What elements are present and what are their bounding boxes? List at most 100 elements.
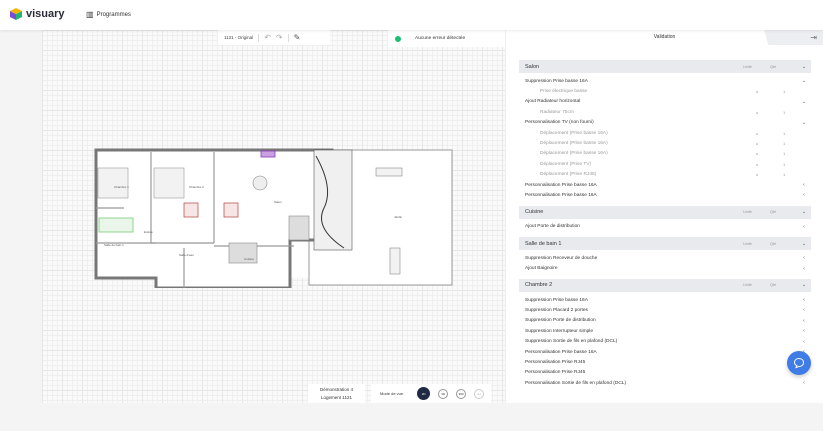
app-header: visuary ▥ Programmes [0,0,823,30]
item-label: Suppression Prise basse 16A [525,78,588,84]
sub-item: Déplacement (Prise basse 16A) u 1 [519,149,811,159]
view-mode-label: Mode de vue [380,391,404,396]
chevron-down-icon[interactable]: ⌄ [797,99,811,105]
sub-item-label: Déplacement (Prise basse 16A) [540,151,608,157]
logo[interactable]: visuary [10,8,65,20]
list-item[interactable]: Personnalisation Prise basse 16A‹ [519,180,811,190]
list-item[interactable]: Ajout Baignoire ‹ [519,263,811,273]
sub-item-unit: u [756,130,759,136]
room-cuisine: Cuisine [244,257,254,261]
chevron-left-icon[interactable]: ‹ [797,328,811,334]
collapse-panel-icon[interactable]: ⇥ [764,30,823,45]
list-item[interactable]: Personnalisation Prise basse 16A ‹ [519,190,811,200]
chevron-down-icon[interactable]: ⌄ [797,120,811,126]
sub-item-qty: 1 [783,141,786,147]
project-info: Démonstration 4 Logement 1121 [308,384,365,403]
view-3d-button[interactable]: 3D [438,388,449,399]
item-label: Suppression Interrupteur simple [525,328,593,334]
sub-item: Déplacement (Prise TV) u 1 [519,159,811,169]
list-item[interactable]: Personnalisation Prise RJ45‹ [519,357,811,367]
sub-item: Déplacement (Prise basse 16A) u 1 [519,128,811,138]
list-item[interactable]: Personnalisation Prise basse 16A‹ [519,347,811,357]
sub-item-label: Déplacement (Prise RJ45) [540,172,597,178]
section-title: Salon [525,63,540,70]
room-chambre-1: Chambre 1 [114,185,129,189]
sub-item-qty: 1 [783,109,786,115]
floor-plan[interactable]: Chambre 1 Chambre 2 Salon Jardin Entrée … [94,148,456,288]
item-label: Ajout Radiateur horizontal [525,99,581,105]
section-title: Chambre 2 [525,282,553,289]
chevron-left-icon[interactable]: ‹ [797,192,811,198]
sub-item-label: Déplacement (Prise basse 16A) [540,130,608,136]
room-jardin: Jardin [394,215,403,219]
project-name: Démonstration 4 [319,387,354,392]
item-label: Suppression Prise basse 16A [525,297,588,303]
redo-icon[interactable]: ↷ [276,33,283,42]
item-label: Personnalisation Prise basse 16A [525,192,597,198]
chevron-down-icon[interactable]: ⌄ [797,241,811,247]
undo-icon[interactable]: ↶ [264,33,271,42]
list-item[interactable]: Suppression Placard 2 portes ‹ [519,305,811,315]
sub-item-label: Déplacement (Prise TV) [540,161,592,167]
col-qty: Qté [770,283,777,288]
view-mode-bar: Mode de vue 2D 3D 360 iso [371,384,491,403]
ruler-icon[interactable]: ✎ [294,33,301,42]
col-unit: Unité [743,241,752,246]
sub-item: Prise électrique basse u 1 [519,86,811,96]
item-label: Suppression Sortie de fils en plafond (D… [525,339,618,345]
sub-item-unit: u [756,172,759,178]
col-unit: Unité [743,64,752,69]
chevron-down-icon[interactable]: ⌄ [797,78,811,84]
view-iso-button[interactable]: iso [474,388,485,399]
version-select[interactable]: 1121 - Original [224,35,253,40]
status-message: Aucune erreur détectée [415,36,466,41]
tab-validation[interactable]: Validation ⇥ [506,30,823,45]
list-item[interactable]: Personnalisation Prise RJ45‹ [519,368,811,378]
section-header[interactable]: Salle de bain 1 Unité Qté ⌄ [519,237,811,251]
sub-item-qty: 1 [783,172,786,178]
list-item[interactable]: Suppression Receveur de douche ‹ [519,253,811,263]
brand-name: visuary [26,8,65,20]
chevron-left-icon[interactable]: ‹ [797,307,811,313]
col-qty: Qté [770,64,777,69]
chevron-left-icon[interactable]: ‹ [797,266,811,272]
item-label: Personnalisation Prise RJ45 [525,370,586,376]
chevron-left-icon[interactable]: ‹ [797,339,811,345]
chevron-down-icon[interactable]: ⌄ [797,282,811,288]
room-salon: Salon [274,200,282,204]
list-item[interactable]: Suppression Porte de distribution ‹ [519,316,811,326]
chat-button[interactable] [787,351,811,375]
divider [287,33,289,42]
view-360-button[interactable]: 360 [456,388,467,399]
chevron-left-icon[interactable]: ‹ [797,318,811,324]
chevron-down-icon[interactable]: ⌄ [797,64,811,70]
room-salle-eau: Salle d'eau [179,253,194,257]
section-header[interactable]: Cuisine Unité Qté ⌄ [519,205,811,219]
divider [258,33,260,42]
item-label: Suppression Receveur de douche [525,255,598,261]
section-header[interactable]: Salon Unité Qté ⌄ [519,60,811,73]
list-item[interactable]: Suppression Sortie de fils en plafond (D… [519,336,811,346]
list-item[interactable]: Ajout Radiateur horizontal ⌄ [519,97,811,107]
chevron-left-icon[interactable]: ‹ [797,255,811,261]
view-2d-button[interactable]: 2D [417,387,431,400]
list-item[interactable]: Personnalisation Sortie de fils en plafo… [519,378,811,388]
list-item[interactable]: Suppression Interrupteur simple ‹ [519,326,811,336]
chevron-left-icon[interactable]: ‹ [797,224,811,230]
chevron-left-icon[interactable]: ‹ [797,297,811,303]
list-item[interactable]: Suppression Prise basse 16A ‹ [519,295,811,305]
sub-item-unit: u [756,109,759,115]
section-title: Cuisine [525,209,544,216]
list-item[interactable]: Personnalisation TV (non fourni) ⌄ [519,118,811,128]
status-dot-icon [395,35,401,42]
nav-programmes[interactable]: ▥ Programmes [86,10,131,19]
section-header[interactable]: Chambre 2 Unité Qté ⌄ [519,278,811,292]
chevron-left-icon[interactable]: ‹ [797,380,811,386]
list-item[interactable]: Suppression Prise basse 16A ⌄ [519,76,811,86]
chevron-down-icon[interactable]: ⌄ [797,209,811,215]
sub-item-qty: 1 [783,151,786,157]
validation-list: Salon Unité Qté ⌄ Suppression Prise basse 16… [519,60,811,393]
validation-panel: Validation ⇥ Salon Unité Qté ⌄ Suppression P… [505,30,823,403]
list-item[interactable]: Ajout Porte de distribution ‹ [519,222,811,232]
chevron-left-icon[interactable]: ‹ [797,182,811,188]
